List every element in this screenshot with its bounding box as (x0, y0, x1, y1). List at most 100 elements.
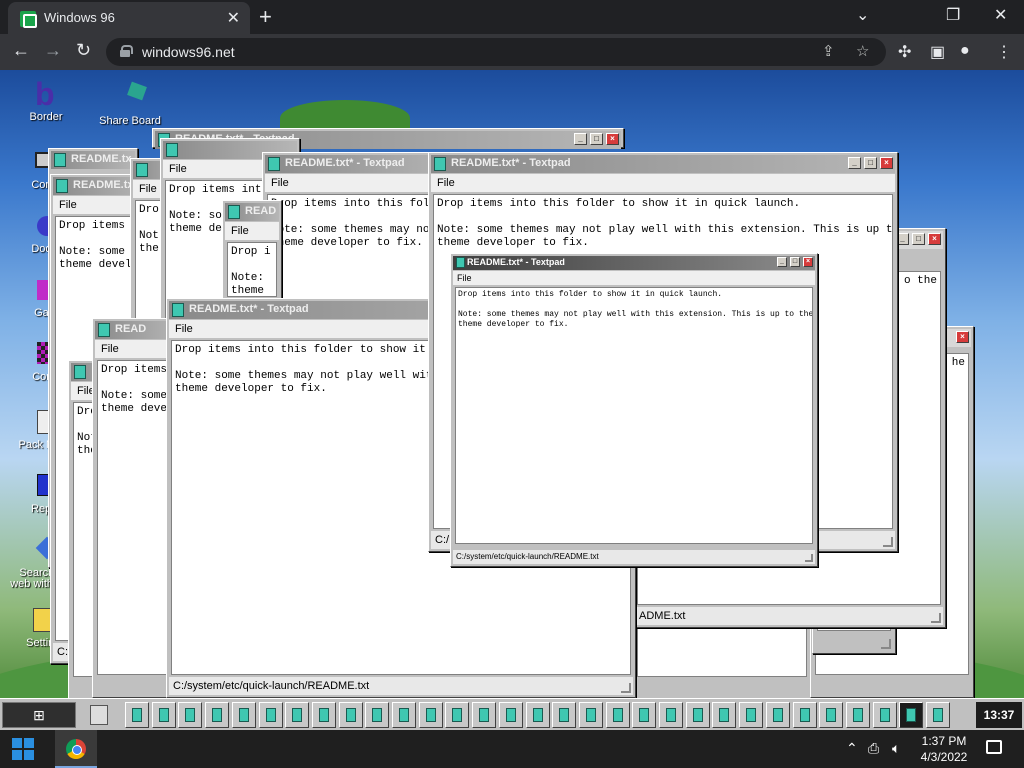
maximize-button[interactable]: □ (590, 133, 603, 145)
lock-icon[interactable] (120, 45, 133, 57)
maximize-button[interactable]: □ (864, 157, 877, 169)
address-bar[interactable]: windows96.net ⇪ ☆ (106, 38, 886, 66)
tab-title: Windows 96 (44, 10, 115, 25)
taskbar-textpad-button[interactable] (819, 702, 844, 728)
close-window-button[interactable]: ✕ (994, 5, 1007, 25)
textpad-icon (172, 303, 184, 317)
resize-grip[interactable] (881, 639, 891, 649)
tab-close-icon[interactable]: ✕ (227, 8, 240, 28)
taskbar-textpad-button[interactable] (365, 702, 390, 728)
taskbar-textpad-button[interactable] (899, 702, 924, 728)
chrome-logo-icon (66, 739, 86, 759)
windows-start-icon[interactable] (12, 738, 34, 760)
extensions-puzzle-icon[interactable]: ✣ (898, 42, 911, 62)
network-icon[interactable]: ⎙ (868, 740, 879, 757)
taskbar-textpad-button[interactable] (792, 702, 817, 728)
quick-launch-notepad-icon[interactable] (90, 705, 108, 725)
window-titlebar[interactable]: READ (225, 203, 279, 221)
taskbar-textpad-button[interactable] (712, 702, 737, 728)
taskbar-textpad-button[interactable] (231, 702, 256, 728)
menu-file[interactable]: File (431, 174, 895, 192)
taskbar-textpad-button[interactable] (765, 702, 790, 728)
taskbar-textpad-button[interactable] (151, 702, 176, 728)
chrome-menu-icon[interactable]: ⋮ (996, 42, 1012, 62)
menu-file[interactable]: File (225, 222, 279, 240)
close-button[interactable]: × (956, 331, 969, 343)
side-panel-icon[interactable]: ▣ (930, 42, 945, 62)
menu-file[interactable]: File (453, 271, 815, 285)
taskbar-textpad-button[interactable] (632, 702, 657, 728)
back-arrow-icon[interactable]: ← (12, 40, 30, 61)
taskbar-textpad-button[interactable] (125, 702, 149, 728)
textpad-icon (98, 323, 110, 337)
taskbar-textpad-button[interactable] (418, 702, 443, 728)
minimize-button[interactable]: _ (848, 157, 861, 169)
forward-arrow-icon[interactable]: → (44, 40, 62, 61)
textpad-window-active[interactable]: README.txt* - Textpad _ □ × File Drop item… (450, 253, 818, 567)
w96-clock[interactable]: 13:37 (976, 702, 1022, 728)
show-hidden-icons-chevron-icon[interactable]: ⌃ (846, 740, 858, 757)
taskbar-textpad-button[interactable] (872, 702, 897, 728)
window-titlebar[interactable]: README.txt* - Textpad _□× (453, 256, 815, 270)
textpad-icon (532, 708, 543, 722)
w96-start-button[interactable]: ⊞ (2, 702, 76, 728)
taskbar-textpad-button[interactable] (578, 702, 603, 728)
reload-icon[interactable]: ↻ (76, 40, 91, 61)
close-button[interactable]: × (606, 133, 619, 145)
resize-grip[interactable] (883, 537, 893, 547)
taskbar-textpad-button[interactable] (659, 702, 683, 728)
taskbar-textpad-button[interactable] (926, 702, 950, 728)
share-icon[interactable]: ⇪ (822, 42, 835, 60)
taskbar-textpad-button[interactable] (739, 702, 764, 728)
close-button[interactable]: × (880, 157, 893, 169)
maximize-button[interactable]: □ (912, 233, 925, 245)
tab-windows96[interactable]: Windows 96 ✕ (8, 2, 250, 34)
taskbar-textpad-button[interactable] (258, 702, 283, 728)
taskbar-textpad-button[interactable] (392, 702, 416, 728)
restore-window-button[interactable]: ❐ (946, 5, 960, 25)
minimize-button[interactable]: _ (574, 133, 587, 145)
taskbar-window-list (125, 702, 975, 728)
windows-clock[interactable]: 1:37 PM 4/3/2022 (912, 733, 976, 765)
tab-search-chevron-icon[interactable]: ⌄ (856, 5, 869, 25)
taskbar-textpad-button[interactable] (311, 702, 336, 728)
taskbar-textpad-button[interactable] (685, 702, 710, 728)
resize-grip[interactable] (805, 554, 813, 562)
browser-tab-bar: Windows 96 ✕ + ⌄ ❐ ✕ (0, 0, 1024, 34)
window-titlebar[interactable]: README.txt* - Textpad _□× (431, 155, 895, 173)
notification-center-icon[interactable] (986, 740, 1002, 754)
profile-avatar-icon[interactable]: ● (960, 42, 970, 60)
taskbar-textpad-button[interactable] (285, 702, 310, 728)
bookmark-star-icon[interactable]: ☆ (856, 42, 869, 60)
taskbar-textpad-button[interactable] (178, 702, 203, 728)
resize-grip[interactable] (931, 613, 941, 623)
new-tab-button[interactable]: + (259, 4, 272, 30)
taskbar-textpad-button[interactable] (552, 702, 577, 728)
textpad-icon (505, 708, 516, 722)
close-button[interactable]: × (928, 233, 941, 245)
text-area[interactable]: Drop items Note: some theme devel (97, 360, 177, 675)
desktop-icon-border[interactable]: b Border (8, 76, 84, 123)
windows-taskbar: ⌃ ⎙ 🔈︎ 1:37 PM 4/3/2022 (0, 730, 1024, 768)
desktop-icon-share-board[interactable]: Share Board (92, 81, 168, 127)
taskbar-textpad-button[interactable] (338, 702, 363, 728)
address-url[interactable]: windows96.net (142, 44, 235, 60)
minimize-button[interactable]: _ (777, 257, 787, 267)
taskbar-textpad-button[interactable] (472, 702, 497, 728)
taskbar-textpad-button[interactable] (845, 702, 870, 728)
text-area[interactable]: Drop items into this folder to show it i… (455, 287, 813, 544)
taskbar-textpad-button[interactable] (205, 702, 230, 728)
chrome-taskbar-icon[interactable] (55, 730, 97, 768)
window-titlebar[interactable]: README.tx (51, 151, 135, 169)
taskbar-textpad-button[interactable] (445, 702, 470, 728)
taskbar-textpad-button[interactable] (605, 702, 630, 728)
resize-grip[interactable] (621, 683, 631, 693)
taskbar-textpad-button[interactable] (498, 702, 523, 728)
share-board-icon (115, 81, 147, 114)
textpad-icon (268, 157, 280, 171)
text-area[interactable]: Drop i Note: theme (227, 242, 277, 297)
maximize-button[interactable]: □ (790, 257, 800, 267)
taskbar-textpad-button[interactable] (525, 702, 550, 728)
close-button[interactable]: × (803, 257, 813, 267)
volume-icon[interactable]: 🔈︎ (892, 740, 900, 757)
